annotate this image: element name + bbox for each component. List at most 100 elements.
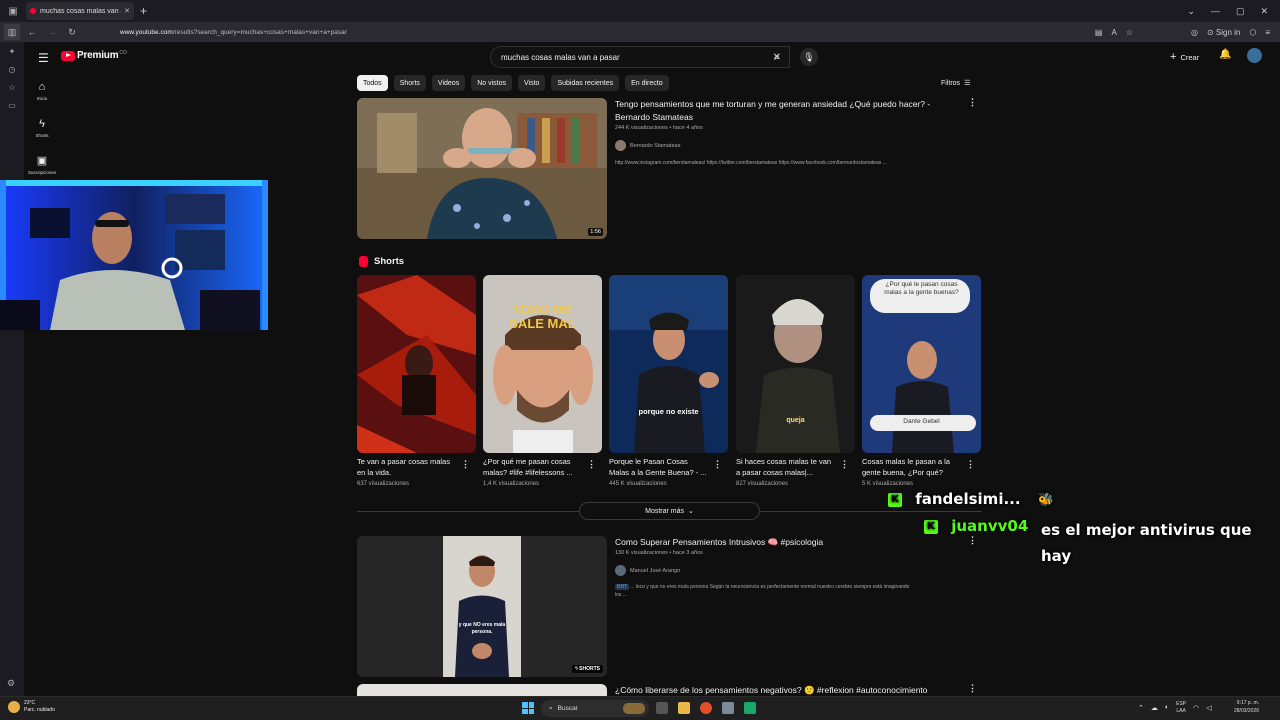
tab-close-icon[interactable]: ✕ (124, 7, 130, 15)
short-title[interactable]: Si haces cosas malas te van a pasar cosa… (736, 457, 836, 478)
forward-icon[interactable]: → (44, 24, 60, 40)
settings-gear-icon[interactable]: ⚙ (7, 678, 15, 689)
reader-icon[interactable]: ▤ (1095, 28, 1103, 37)
wifi-icon[interactable]: ◠ (1193, 704, 1199, 712)
ai-chat-icon[interactable]: ✦ (0, 42, 24, 60)
browser-app-icon[interactable] (700, 702, 712, 714)
short-title[interactable]: Te van a pasar cosas malas en la vida. (357, 457, 457, 478)
menu-icon[interactable]: ≡ (1265, 28, 1270, 37)
guide-item-shorts[interactable]: ϟ Shorts (24, 109, 60, 146)
sign-in-button[interactable]: ⊙ Sign in (1207, 28, 1240, 37)
video-title[interactable]: Como Superar Pensamientos Intrusivos 🧠 #… (615, 536, 960, 549)
short-card[interactable]: Te van a pasar cosas malas en la vida. 6… (357, 275, 476, 487)
tab-overview-icon[interactable]: ▣ (4, 2, 22, 20)
short-thumbnail[interactable]: queja (736, 275, 855, 453)
guide-menu-icon[interactable]: ☰ (38, 51, 49, 65)
sidebar-toggle-icon[interactable]: ▥ (4, 24, 20, 40)
translate-icon[interactable]: A (1111, 28, 1116, 37)
minimize-icon[interactable]: — (1211, 6, 1220, 16)
chip-subidas-recientes[interactable]: Subidas recientes (551, 75, 620, 91)
voice-search-button[interactable]: 🎙 (800, 48, 818, 66)
short-card[interactable]: queja Si haces cosas malas te van a pasa… (736, 275, 855, 487)
volume-icon[interactable]: ◁ (1206, 704, 1211, 712)
file-explorer-icon[interactable] (678, 702, 690, 714)
short-thumbnail[interactable]: TODO ME SALE MAL (483, 275, 602, 453)
create-button[interactable]: + Crear (1170, 51, 1199, 63)
short-title[interactable]: Porque le Pasan Cosas Malas a la Gente B… (609, 457, 709, 478)
bookmarks-icon[interactable]: ☆ (0, 78, 24, 96)
back-icon[interactable]: ← (24, 24, 40, 40)
short-thumbnail[interactable]: ¿Por qué le pasan cosas malas a la gente… (862, 275, 981, 453)
short-more-icon[interactable]: ⋮ (966, 459, 975, 470)
chip-todos[interactable]: Todos (357, 75, 388, 91)
short-thumbnail[interactable] (357, 275, 476, 453)
video-more-icon[interactable]: ⋮ (968, 683, 977, 694)
short-thumbnail[interactable]: porque no existe (609, 275, 728, 453)
short-overlay-text: ¿Por qué le pasan cosas malas a la gente… (884, 281, 959, 296)
filters-button[interactable]: Filtros ☰ (941, 79, 970, 88)
chip-shorts[interactable]: Shorts (393, 75, 426, 91)
maximize-icon[interactable]: ▢ (1236, 6, 1245, 17)
sidebar-misc-icon[interactable]: ▭ (0, 96, 24, 114)
chip-videos[interactable]: Videos (431, 75, 466, 91)
video-more-icon[interactable]: ⋮ (968, 535, 977, 546)
taskbar-clock[interactable]: 9:17 p. m. 28/03/2026 (1234, 700, 1259, 715)
language-indicator[interactable]: ESP LAA (1176, 701, 1186, 714)
short-more-icon[interactable]: ⋮ (840, 459, 849, 470)
chapter-timestamp[interactable]: 0:07 (615, 584, 629, 590)
guide-item-label: Suscripciones (27, 170, 56, 175)
address-bar[interactable]: www.youtube.com/results?search_query=muc… (120, 29, 1095, 36)
new-tab-icon[interactable]: + (140, 4, 147, 18)
show-more-button[interactable]: Mostrar más ⌄ (579, 502, 760, 520)
history-icon[interactable]: ◷ (0, 60, 24, 78)
video-thumbnail[interactable]: 1:56 (357, 98, 607, 239)
chip-en-directo[interactable]: En directo (625, 75, 669, 91)
video-thumbnail[interactable]: y que NO eres mala persona. ϟ SHORTS (357, 536, 607, 677)
short-more-icon[interactable]: ⋮ (461, 459, 470, 470)
chip-visto[interactable]: Visto (518, 75, 546, 91)
weather-text: 23°C Parc. nublado (24, 700, 55, 713)
browser-tab-active[interactable]: muchas cosas malas van a pasa ✕ (26, 2, 134, 20)
weather-desc: Parc. nublado (24, 706, 55, 713)
short-card[interactable]: ¿Por qué le pasan cosas malas a la gente… (862, 275, 981, 487)
tab-list-icon[interactable]: ⌄ (1187, 6, 1195, 17)
reload-icon[interactable]: ↻ (64, 24, 80, 40)
channel-link[interactable]: Manuel José Arango (615, 565, 680, 576)
notifications-bell-icon[interactable]: 🔔 (1219, 49, 1231, 60)
video-more-icon[interactable]: ⋮ (968, 97, 977, 108)
screenshot-icon[interactable]: ◎ (1191, 28, 1198, 37)
guide-item-home[interactable]: ⌂ Inicio (24, 72, 60, 109)
taskbar-search[interactable]: ⌕ Buscar (541, 700, 649, 717)
guide-item-subscriptions[interactable]: ▣ Suscripciones (24, 146, 60, 183)
short-more-icon[interactable]: ⋮ (713, 459, 722, 470)
bookmark-star-icon[interactable]: ☆ (1126, 28, 1133, 37)
window-controls: ⌄ — ▢ ✕ (1187, 6, 1268, 17)
video-title[interactable]: Tengo pensamientos que me torturan y me … (615, 98, 960, 124)
youtube-premium-logo[interactable]: Premium CO (61, 50, 127, 61)
short-more-icon[interactable]: ⋮ (587, 459, 596, 470)
shorts-shelf-title: Shorts (374, 256, 405, 267)
video-title[interactable]: ¿Cómo liberarse de los pensamientos nega… (615, 684, 960, 697)
obs-app-icon[interactable] (744, 702, 756, 714)
store-icon[interactable] (722, 702, 734, 714)
weather-widget[interactable]: 23°C Parc. nublado (8, 700, 55, 713)
windows-start-icon[interactable] (522, 702, 534, 714)
tray-overflow-icon[interactable]: ⌃ (1138, 704, 1144, 712)
tray-app-icon[interactable]: ◐ (1165, 704, 1169, 711)
short-card[interactable]: TODO ME SALE MAL ¿Por qué me pasan cosas… (483, 275, 602, 487)
tray-app-icon[interactable]: ☁ (1151, 704, 1158, 712)
search-input[interactable] (501, 52, 773, 62)
channel-link[interactable]: Bernardo Stamateas (615, 140, 680, 151)
close-window-icon[interactable]: ✕ (1260, 6, 1268, 17)
chip-no-vistos[interactable]: No vistos (471, 75, 512, 91)
account-avatar[interactable] (1247, 48, 1262, 63)
short-card[interactable]: porque no existe Porque le Pasan Cosas M… (609, 275, 728, 487)
video-description: 0:07 ... loco y que no eres mala persona… (615, 583, 975, 599)
video-thumbnail[interactable] (357, 684, 607, 696)
short-title[interactable]: Cosas malas le pasan a la gente buena, ¿… (862, 457, 962, 478)
subscriptions-icon: ▣ (36, 155, 48, 167)
task-view-icon[interactable] (656, 702, 668, 714)
extensions-icon[interactable]: ⬡ (1249, 28, 1256, 37)
short-title[interactable]: ¿Por qué me pasan cosas malas? #life #li… (483, 457, 583, 478)
search-button[interactable]: ⌕ (764, 46, 790, 68)
